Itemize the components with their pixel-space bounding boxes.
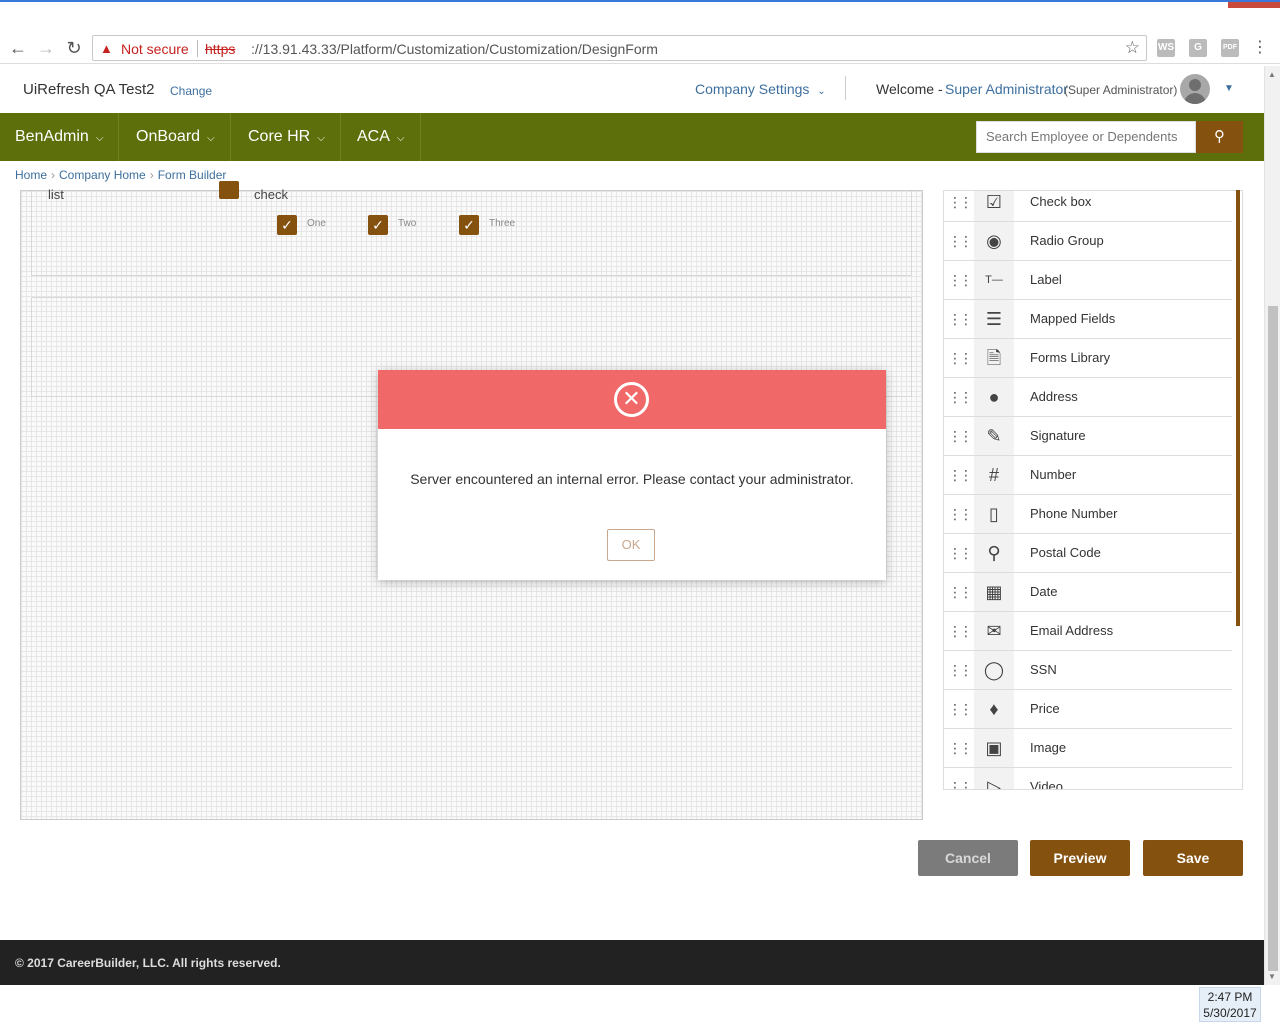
error-dialog: ✕ Server encountered an internal error. …: [378, 370, 886, 580]
error-close-circle-icon: ✕: [614, 382, 649, 417]
error-message: Server encountered an internal error. Pl…: [410, 471, 854, 487]
ok-button[interactable]: OK: [607, 529, 655, 561]
error-dialog-header: ✕: [378, 370, 886, 429]
modal-overlay: ✕ Server encountered an internal error. …: [0, 0, 1280, 1024]
